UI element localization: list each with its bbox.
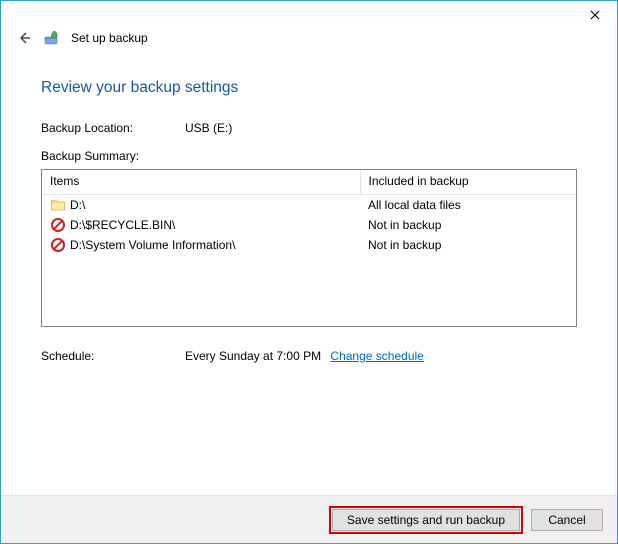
backup-location-label: Backup Location: [41,121,185,135]
back-button[interactable] [15,29,33,47]
schedule-label: Schedule: [41,349,185,363]
excluded-icon [50,217,66,233]
item-path: D:\System Volume Information\ [70,238,235,252]
table-row[interactable]: D:\System Volume Information\ Not in back… [42,235,576,255]
save-and-run-button[interactable]: Save settings and run backup [332,509,520,531]
item-included: Not in backup [360,215,576,235]
close-icon [590,10,600,20]
item-included: All local data files [360,195,576,216]
back-arrow-icon [16,30,32,46]
item-path: D:\ [70,198,85,212]
backup-location-value: USB (E:) [185,121,232,135]
column-header-included[interactable]: Included in backup [360,170,576,195]
dialog-footer: Save settings and run backup Cancel [1,495,617,543]
backup-summary-label: Backup Summary: [41,149,577,163]
folder-icon [50,197,66,213]
column-header-items[interactable]: Items [42,170,360,195]
item-path: D:\$RECYCLE.BIN\ [70,218,175,232]
change-schedule-link[interactable]: Change schedule [330,349,423,363]
primary-button-highlight: Save settings and run backup [329,506,523,534]
excluded-icon [50,237,66,253]
wizard-title: Set up backup [71,31,148,45]
item-included: Not in backup [360,235,576,255]
backup-summary-table: Items Included in backup D:\ All local da… [42,170,576,255]
schedule-value: Every Sunday at 7:00 PM [185,349,321,363]
backup-summary-box: Items Included in backup D:\ All local da… [41,169,577,327]
page-heading: Review your backup settings [41,79,577,97]
table-row[interactable]: D:\ All local data files [42,195,576,216]
table-row[interactable]: D:\$RECYCLE.BIN\ Not in backup [42,215,576,235]
backup-wizard-icon [43,29,61,47]
cancel-button[interactable]: Cancel [531,509,603,531]
